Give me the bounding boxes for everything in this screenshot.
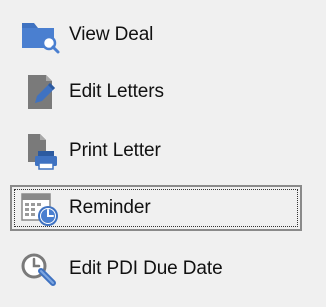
menu-item-edit-pdi-due-date[interactable]: Edit PDI Due Date <box>10 249 302 289</box>
context-menu: View Deal Edit Letters Print Letter Remi… <box>0 0 326 307</box>
menu-item-label: Print Letter <box>69 140 161 161</box>
menu-item-reminder[interactable]: Reminder <box>10 185 302 231</box>
menu-item-label: Edit Letters <box>69 81 164 102</box>
menu-item-label: View Deal <box>69 24 154 45</box>
document-edit-icon <box>28 75 55 109</box>
folder-search-icon <box>22 23 60 54</box>
clock-edit-icon <box>21 253 56 286</box>
menu-item-view-deal[interactable]: View Deal <box>10 15 302 55</box>
document-print-icon <box>28 134 57 170</box>
menu-item-edit-letters[interactable]: Edit Letters <box>10 72 302 112</box>
menu-item-label: Edit PDI Due Date <box>69 258 223 279</box>
menu-item-print-letter[interactable]: Print Letter <box>10 131 302 171</box>
menu-item-label: Reminder <box>69 197 151 218</box>
calendar-clock-icon <box>21 193 58 226</box>
